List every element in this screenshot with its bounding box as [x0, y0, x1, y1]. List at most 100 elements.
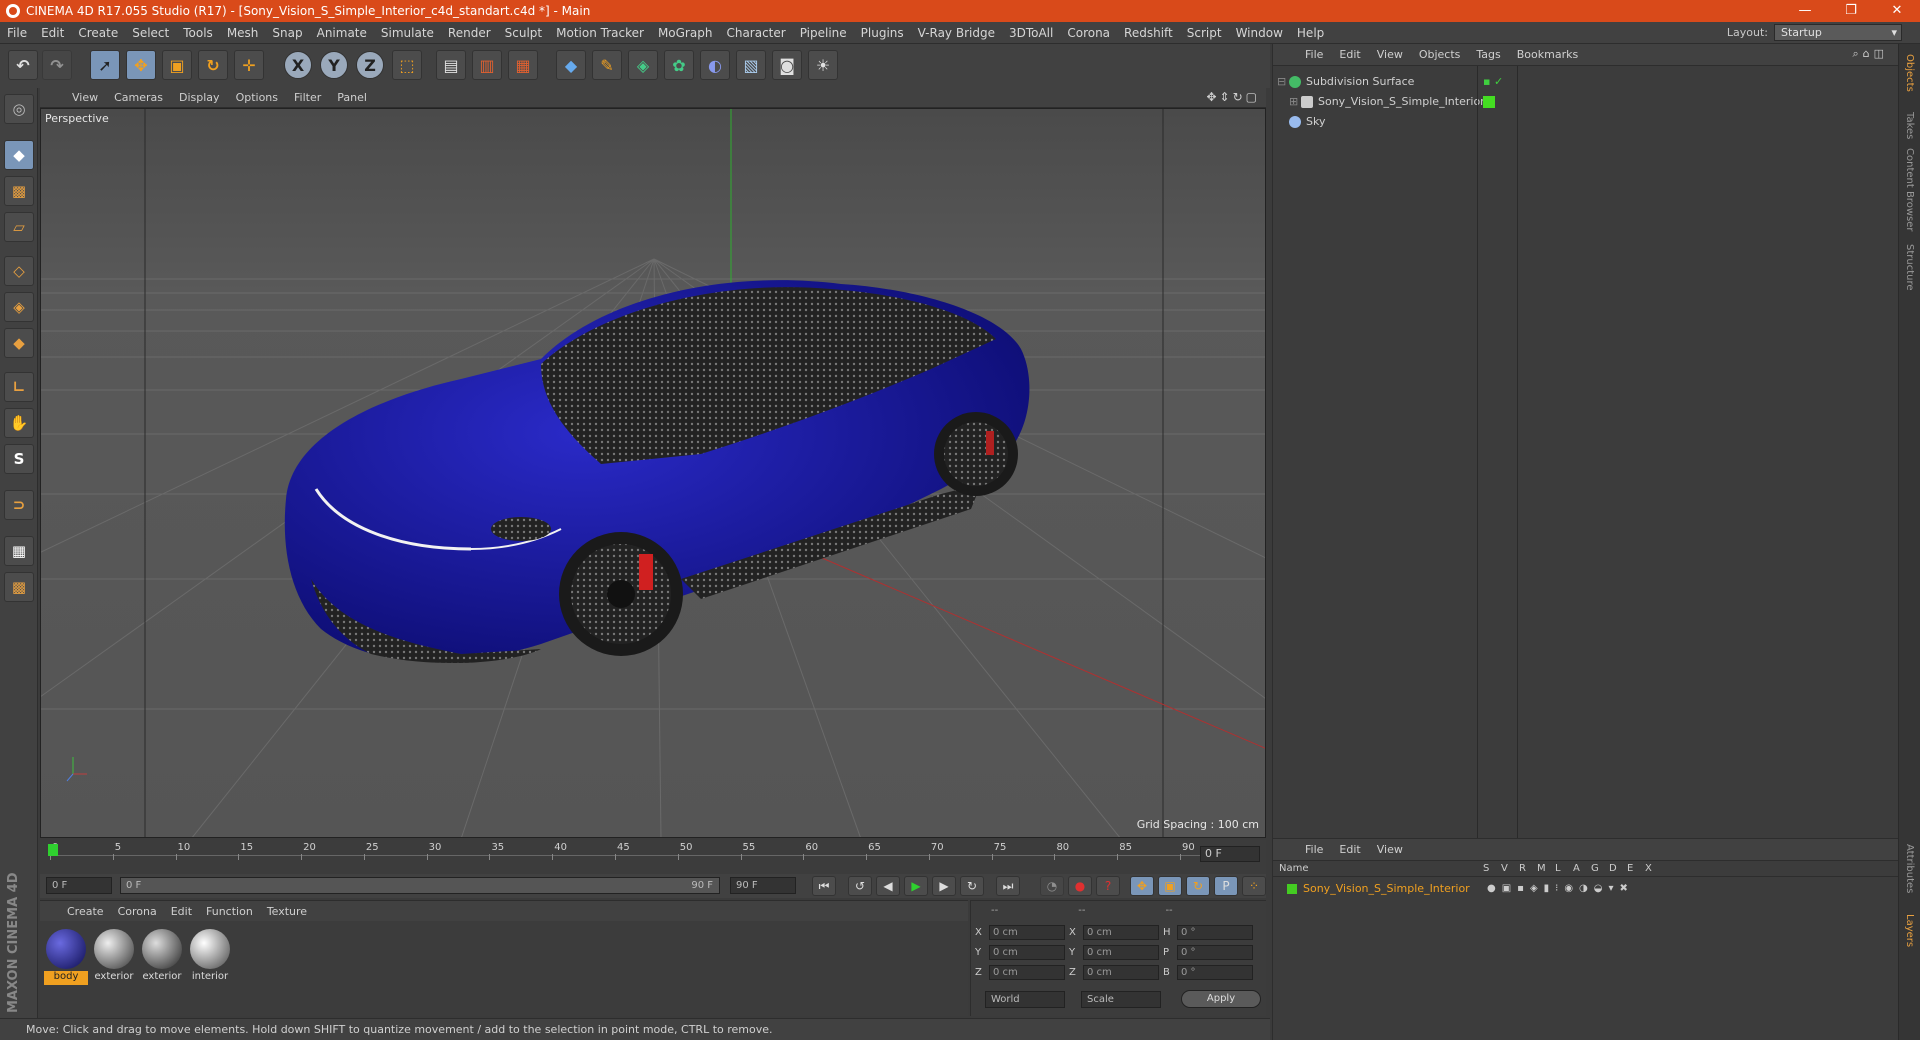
- go-to-end-icon[interactable]: ⏭: [996, 876, 1020, 896]
- menu-mesh[interactable]: Mesh: [220, 26, 266, 40]
- object-menu-view[interactable]: View: [1369, 48, 1411, 61]
- object-menu-tags[interactable]: Tags: [1468, 48, 1508, 61]
- menu-snap[interactable]: Snap: [265, 26, 309, 40]
- layer-menu-file[interactable]: File: [1297, 843, 1331, 856]
- edit-render-settings-icon[interactable]: ▦: [508, 50, 538, 80]
- viewport-menu-cameras[interactable]: Cameras: [106, 91, 171, 104]
- lock-workplane-icon[interactable]: ▦: [4, 536, 34, 566]
- tab-structure[interactable]: Structure: [1904, 244, 1915, 291]
- viewport-menu-view[interactable]: View: [64, 91, 106, 104]
- deformer-icon[interactable]: ◐: [700, 50, 730, 80]
- layer-color-swatch[interactable]: [1287, 883, 1297, 894]
- autokeying-icon[interactable]: ?: [1096, 876, 1120, 896]
- pos-y-field[interactable]: 0 cm: [989, 945, 1065, 960]
- end-frame-field[interactable]: 90 F: [730, 877, 796, 894]
- points-mode-icon[interactable]: ◇: [4, 256, 34, 286]
- rot-b-field[interactable]: 0 °: [1177, 965, 1253, 980]
- tab-attributes[interactable]: Attributes: [1904, 844, 1915, 893]
- viewport-menu-panel[interactable]: Panel: [329, 91, 375, 104]
- layer-color-swatch[interactable]: [1483, 95, 1495, 108]
- timeline-ruler[interactable]: 051015202530354045505560657075808590 0 F: [40, 840, 1266, 874]
- record-point-level-icon[interactable]: ⁘: [1242, 876, 1266, 896]
- cube-primitive-icon[interactable]: ◆: [556, 50, 586, 80]
- axis-mode-icon[interactable]: ∟: [4, 372, 34, 402]
- tab-takes[interactable]: Takes: [1904, 112, 1915, 139]
- menu-tools[interactable]: Tools: [176, 26, 220, 40]
- coordinate-system-icon[interactable]: ⬚: [392, 50, 422, 80]
- menu-file[interactable]: File: [0, 26, 34, 40]
- subdivision-surface-icon[interactable]: ◈: [628, 50, 658, 80]
- record-scale-icon[interactable]: ▣: [1158, 876, 1182, 896]
- render-view-icon[interactable]: ▤: [436, 50, 466, 80]
- next-frame-icon[interactable]: ▶: [932, 876, 956, 896]
- material-menu-texture[interactable]: Texture: [260, 905, 314, 918]
- layout-dropdown[interactable]: Startup: [1774, 24, 1902, 41]
- object-menu-file[interactable]: File: [1297, 48, 1331, 61]
- menu-corona[interactable]: Corona: [1060, 26, 1117, 40]
- layer-menu-edit[interactable]: Edit: [1331, 843, 1368, 856]
- record-position-icon[interactable]: ✥: [1130, 876, 1154, 896]
- menu-select[interactable]: Select: [125, 26, 176, 40]
- menu-script[interactable]: Script: [1180, 26, 1229, 40]
- menu-3dtoall[interactable]: 3DToAll: [1002, 26, 1060, 40]
- range-slider[interactable]: 0 F 90 F: [120, 877, 720, 894]
- z-axis-lock-button[interactable]: Z: [356, 51, 384, 79]
- floor-object-icon[interactable]: ▧: [736, 50, 766, 80]
- menu-redshift[interactable]: Redshift: [1117, 26, 1180, 40]
- playhead-marker[interactable]: [48, 844, 58, 856]
- rot-p-field[interactable]: 0 °: [1177, 945, 1253, 960]
- menu-sculpt[interactable]: Sculpt: [498, 26, 549, 40]
- menu-character[interactable]: Character: [719, 26, 792, 40]
- material-menu-corona[interactable]: Corona: [111, 905, 164, 918]
- move-tool-icon[interactable]: ✥: [126, 50, 156, 80]
- render-to-picture-viewer-icon[interactable]: ▥: [472, 50, 502, 80]
- object-row-sky[interactable]: Sky: [1277, 112, 1897, 131]
- y-axis-lock-button[interactable]: Y: [320, 51, 348, 79]
- pos-x-field[interactable]: 0 cm: [989, 925, 1065, 940]
- tweak-mode-icon[interactable]: ✋: [4, 408, 34, 438]
- current-frame-field[interactable]: 0 F: [1200, 846, 1260, 862]
- menu-help[interactable]: Help: [1290, 26, 1331, 40]
- workplane-mode-icon[interactable]: ▱: [4, 212, 34, 242]
- object-menu-objects[interactable]: Objects: [1411, 48, 1469, 61]
- start-frame-field[interactable]: 0 F: [46, 877, 112, 894]
- tab-content-browser[interactable]: Content Browser: [1904, 148, 1915, 231]
- menu-animate[interactable]: Animate: [310, 26, 374, 40]
- light-icon[interactable]: ☀: [808, 50, 838, 80]
- enabled-check-icon[interactable]: ▪ ✓: [1483, 75, 1503, 88]
- size-mode-dropdown[interactable]: Scale: [1081, 991, 1161, 1008]
- minimize-button[interactable]: —: [1782, 0, 1828, 22]
- rotate-tool-icon[interactable]: ↻: [198, 50, 228, 80]
- collapse-icon[interactable]: ⊟: [1277, 75, 1289, 88]
- viewport-navigation-icons[interactable]: ✥⇕↻▢: [1206, 90, 1260, 104]
- layer-menu-view[interactable]: View: [1369, 843, 1411, 856]
- menu-motion-tracker[interactable]: Motion Tracker: [549, 26, 651, 40]
- object-row-sony-vision[interactable]: ⊞ Sony_Vision_S_Simple_Interior: [1277, 92, 1897, 111]
- tab-layers[interactable]: Layers: [1904, 914, 1915, 947]
- object-menu-edit[interactable]: Edit: [1331, 48, 1368, 61]
- maximize-button[interactable]: ❐: [1828, 0, 1874, 22]
- camera-icon[interactable]: ◙: [772, 50, 802, 80]
- edges-mode-icon[interactable]: ◈: [4, 292, 34, 322]
- planar-workplane-icon[interactable]: ▩: [4, 572, 34, 602]
- snapping-icon[interactable]: ⊃: [4, 490, 34, 520]
- previous-frame-icon[interactable]: ◀: [876, 876, 900, 896]
- close-button[interactable]: ✕: [1874, 0, 1920, 22]
- previous-key-icon[interactable]: ↺: [848, 876, 872, 896]
- size-x-field[interactable]: 0 cm: [1083, 925, 1159, 940]
- pos-z-field[interactable]: 0 cm: [989, 965, 1065, 980]
- viewport-menu-options[interactable]: Options: [228, 91, 286, 104]
- viewport-menu-filter[interactable]: Filter: [286, 91, 329, 104]
- menu-render[interactable]: Render: [441, 26, 498, 40]
- pen-spline-icon[interactable]: ✎: [592, 50, 622, 80]
- frame-ruler[interactable]: 051015202530354045505560657075808590: [50, 842, 1200, 860]
- polygons-mode-icon[interactable]: ◆: [4, 328, 34, 358]
- make-editable-icon[interactable]: ◎: [4, 94, 34, 124]
- scale-tool-icon[interactable]: ▣: [162, 50, 192, 80]
- redo-icon[interactable]: ↷: [42, 50, 72, 80]
- material-swatch-body[interactable]: body: [44, 927, 88, 985]
- perspective-viewport[interactable]: Perspective Grid Spacing : 100 cm: [40, 108, 1266, 838]
- material-menu-function[interactable]: Function: [199, 905, 260, 918]
- object-row-subdivision-surface[interactable]: ⊟ Subdivision Surface ▪ ✓: [1277, 72, 1897, 91]
- go-to-start-icon[interactable]: ⏮: [812, 876, 836, 896]
